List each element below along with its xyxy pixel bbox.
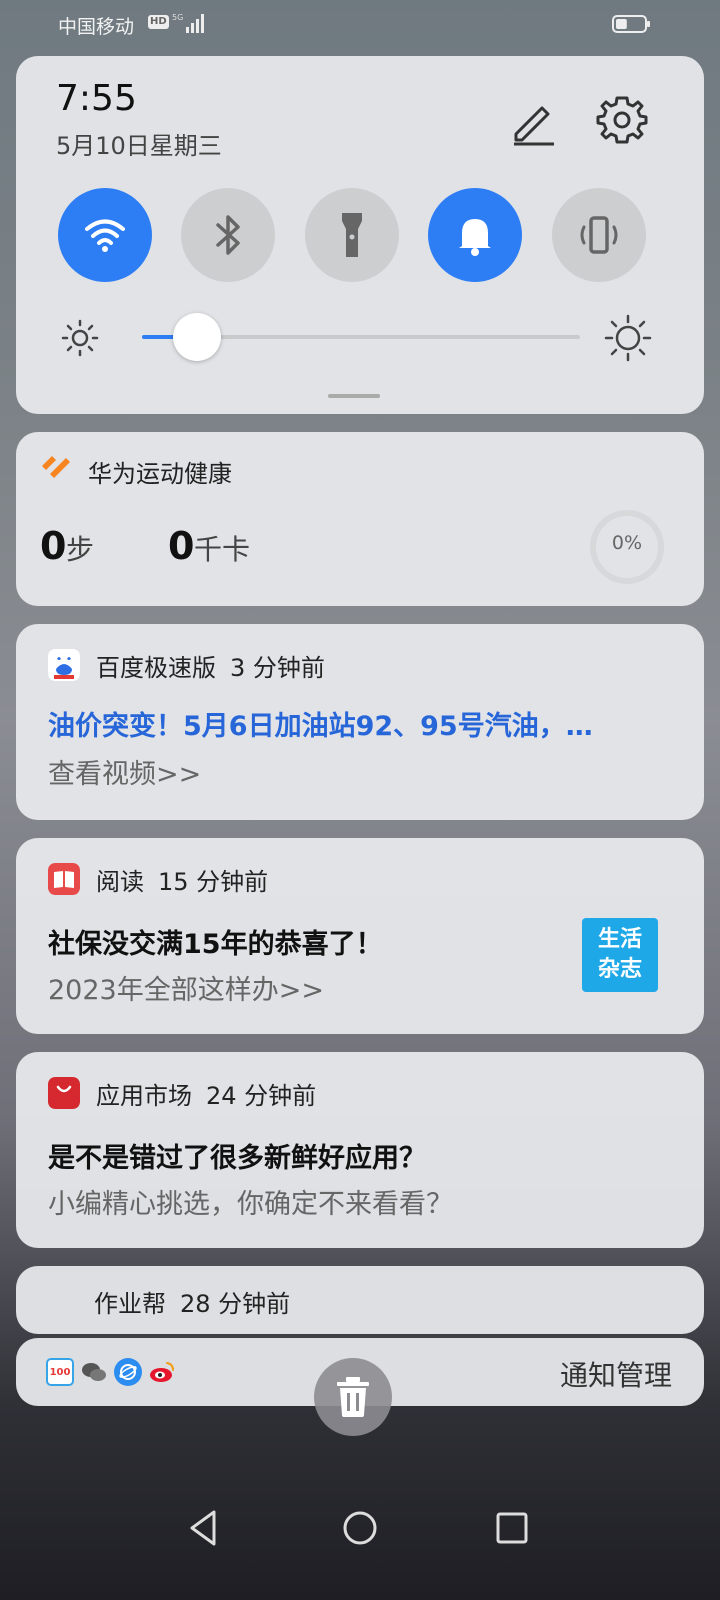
clock-date: 5月10日星期三 bbox=[56, 132, 222, 160]
notification-title: 油价突变！5月6日加油站92、95号汽油，… bbox=[48, 711, 593, 742]
calories-unit: 千卡 bbox=[194, 533, 251, 566]
100-icon[interactable]: 100 bbox=[46, 1358, 74, 1386]
progress-label: 0% bbox=[611, 532, 643, 554]
wifi-icon bbox=[85, 219, 125, 252]
brightness-high-icon bbox=[604, 314, 652, 362]
thumbnail-line-1: 生活 bbox=[597, 927, 642, 952]
notification-baidu[interactable]: 百度极速版 3 分钟前 油价突变！5月6日加油站92、95号汽油，… 查看视频>… bbox=[16, 624, 704, 820]
quick-settings-panel: 7:55 5月10日星期三 bbox=[16, 56, 704, 414]
notification-reading[interactable]: 阅读 15 分钟前 社保没交满15年的恭喜了！ 2023年全部这样办>> 生活 … bbox=[16, 838, 704, 1034]
health-app-name: 华为运动健康 bbox=[88, 460, 232, 488]
notification-time: 15 分钟前 bbox=[158, 867, 269, 896]
clear-all-button[interactable] bbox=[314, 1358, 392, 1436]
back-icon[interactable] bbox=[182, 1506, 226, 1550]
notification-app-market[interactable]: 应用市场 24 分钟前 是不是错过了很多新鲜好应用？ 小编精心挑选，你确定不来看… bbox=[16, 1052, 704, 1248]
steps-unit: 步 bbox=[66, 533, 95, 566]
clock-time: 7:55 bbox=[56, 78, 137, 119]
edit-icon[interactable] bbox=[506, 94, 562, 150]
hd-badge: HD bbox=[148, 15, 169, 29]
notification-app-name: 阅读 bbox=[96, 867, 144, 896]
brightness-slider-thumb[interactable] bbox=[173, 313, 222, 361]
battery-icon bbox=[612, 15, 650, 33]
notification-app-name: 百度极速版 bbox=[96, 653, 216, 682]
gear-icon[interactable] bbox=[594, 92, 650, 148]
bluetooth-toggle[interactable] bbox=[181, 188, 275, 282]
app-market-icon bbox=[48, 1077, 80, 1109]
trash-icon bbox=[337, 1377, 369, 1417]
signal-icon: 5G bbox=[172, 13, 204, 33]
notification-body: 2023年全部这样办>> bbox=[48, 975, 324, 1006]
wechat-icon[interactable] bbox=[80, 1358, 108, 1386]
sound-toggle[interactable] bbox=[428, 188, 522, 282]
vibration-icon bbox=[580, 216, 618, 254]
browser-icon[interactable] bbox=[114, 1358, 142, 1386]
huawei-health-icon bbox=[42, 456, 70, 478]
wifi-toggle[interactable] bbox=[58, 188, 152, 282]
home-icon[interactable] bbox=[338, 1506, 382, 1550]
bluetooth-icon bbox=[216, 215, 240, 255]
notification-app-name: 应用市场 bbox=[96, 1081, 192, 1110]
notification-thumbnail: 生活 杂志 bbox=[582, 918, 658, 992]
notification-time: 24 分钟前 bbox=[206, 1081, 317, 1110]
flashlight-icon bbox=[342, 213, 362, 257]
calories-value: 0 bbox=[168, 524, 195, 568]
notification-body: 小编精心挑选，你确定不来看看？ bbox=[48, 1189, 453, 1220]
notification-time: 3 分钟前 bbox=[230, 653, 325, 682]
carrier-name: 中国移动 bbox=[58, 16, 135, 38]
notification-manage-link[interactable]: 通知管理 bbox=[560, 1354, 672, 1394]
notification-app-name: 作业帮 bbox=[94, 1289, 166, 1318]
notification-body: 查看视频>> bbox=[48, 759, 202, 790]
vibration-toggle[interactable] bbox=[552, 188, 646, 282]
recents-icon[interactable] bbox=[490, 1506, 534, 1550]
baidu-icon bbox=[48, 649, 80, 681]
steps-value: 0 bbox=[40, 524, 67, 568]
flashlight-toggle[interactable] bbox=[305, 188, 399, 282]
panel-drag-handle[interactable] bbox=[328, 394, 380, 398]
brightness-low-icon bbox=[61, 319, 99, 357]
svg-text:5G: 5G bbox=[172, 13, 183, 22]
thumbnail-line-2: 杂志 bbox=[597, 957, 642, 982]
book-icon bbox=[48, 863, 80, 895]
notification-title: 社保没交满15年的恭喜了！ bbox=[48, 929, 383, 960]
health-card[interactable]: 华为运动健康 0 步 0 千卡 0% bbox=[16, 432, 704, 606]
notification-zuoyebang[interactable]: 作业帮 28 分钟前 bbox=[16, 1266, 704, 1334]
status-bar: 中国移动 HD 5G bbox=[0, 0, 720, 50]
bell-icon bbox=[459, 219, 491, 256]
notification-time: 28 分钟前 bbox=[180, 1289, 291, 1318]
notification-title: 是不是错过了很多新鲜好应用？ bbox=[48, 1143, 426, 1174]
weibo-icon[interactable] bbox=[148, 1358, 176, 1386]
